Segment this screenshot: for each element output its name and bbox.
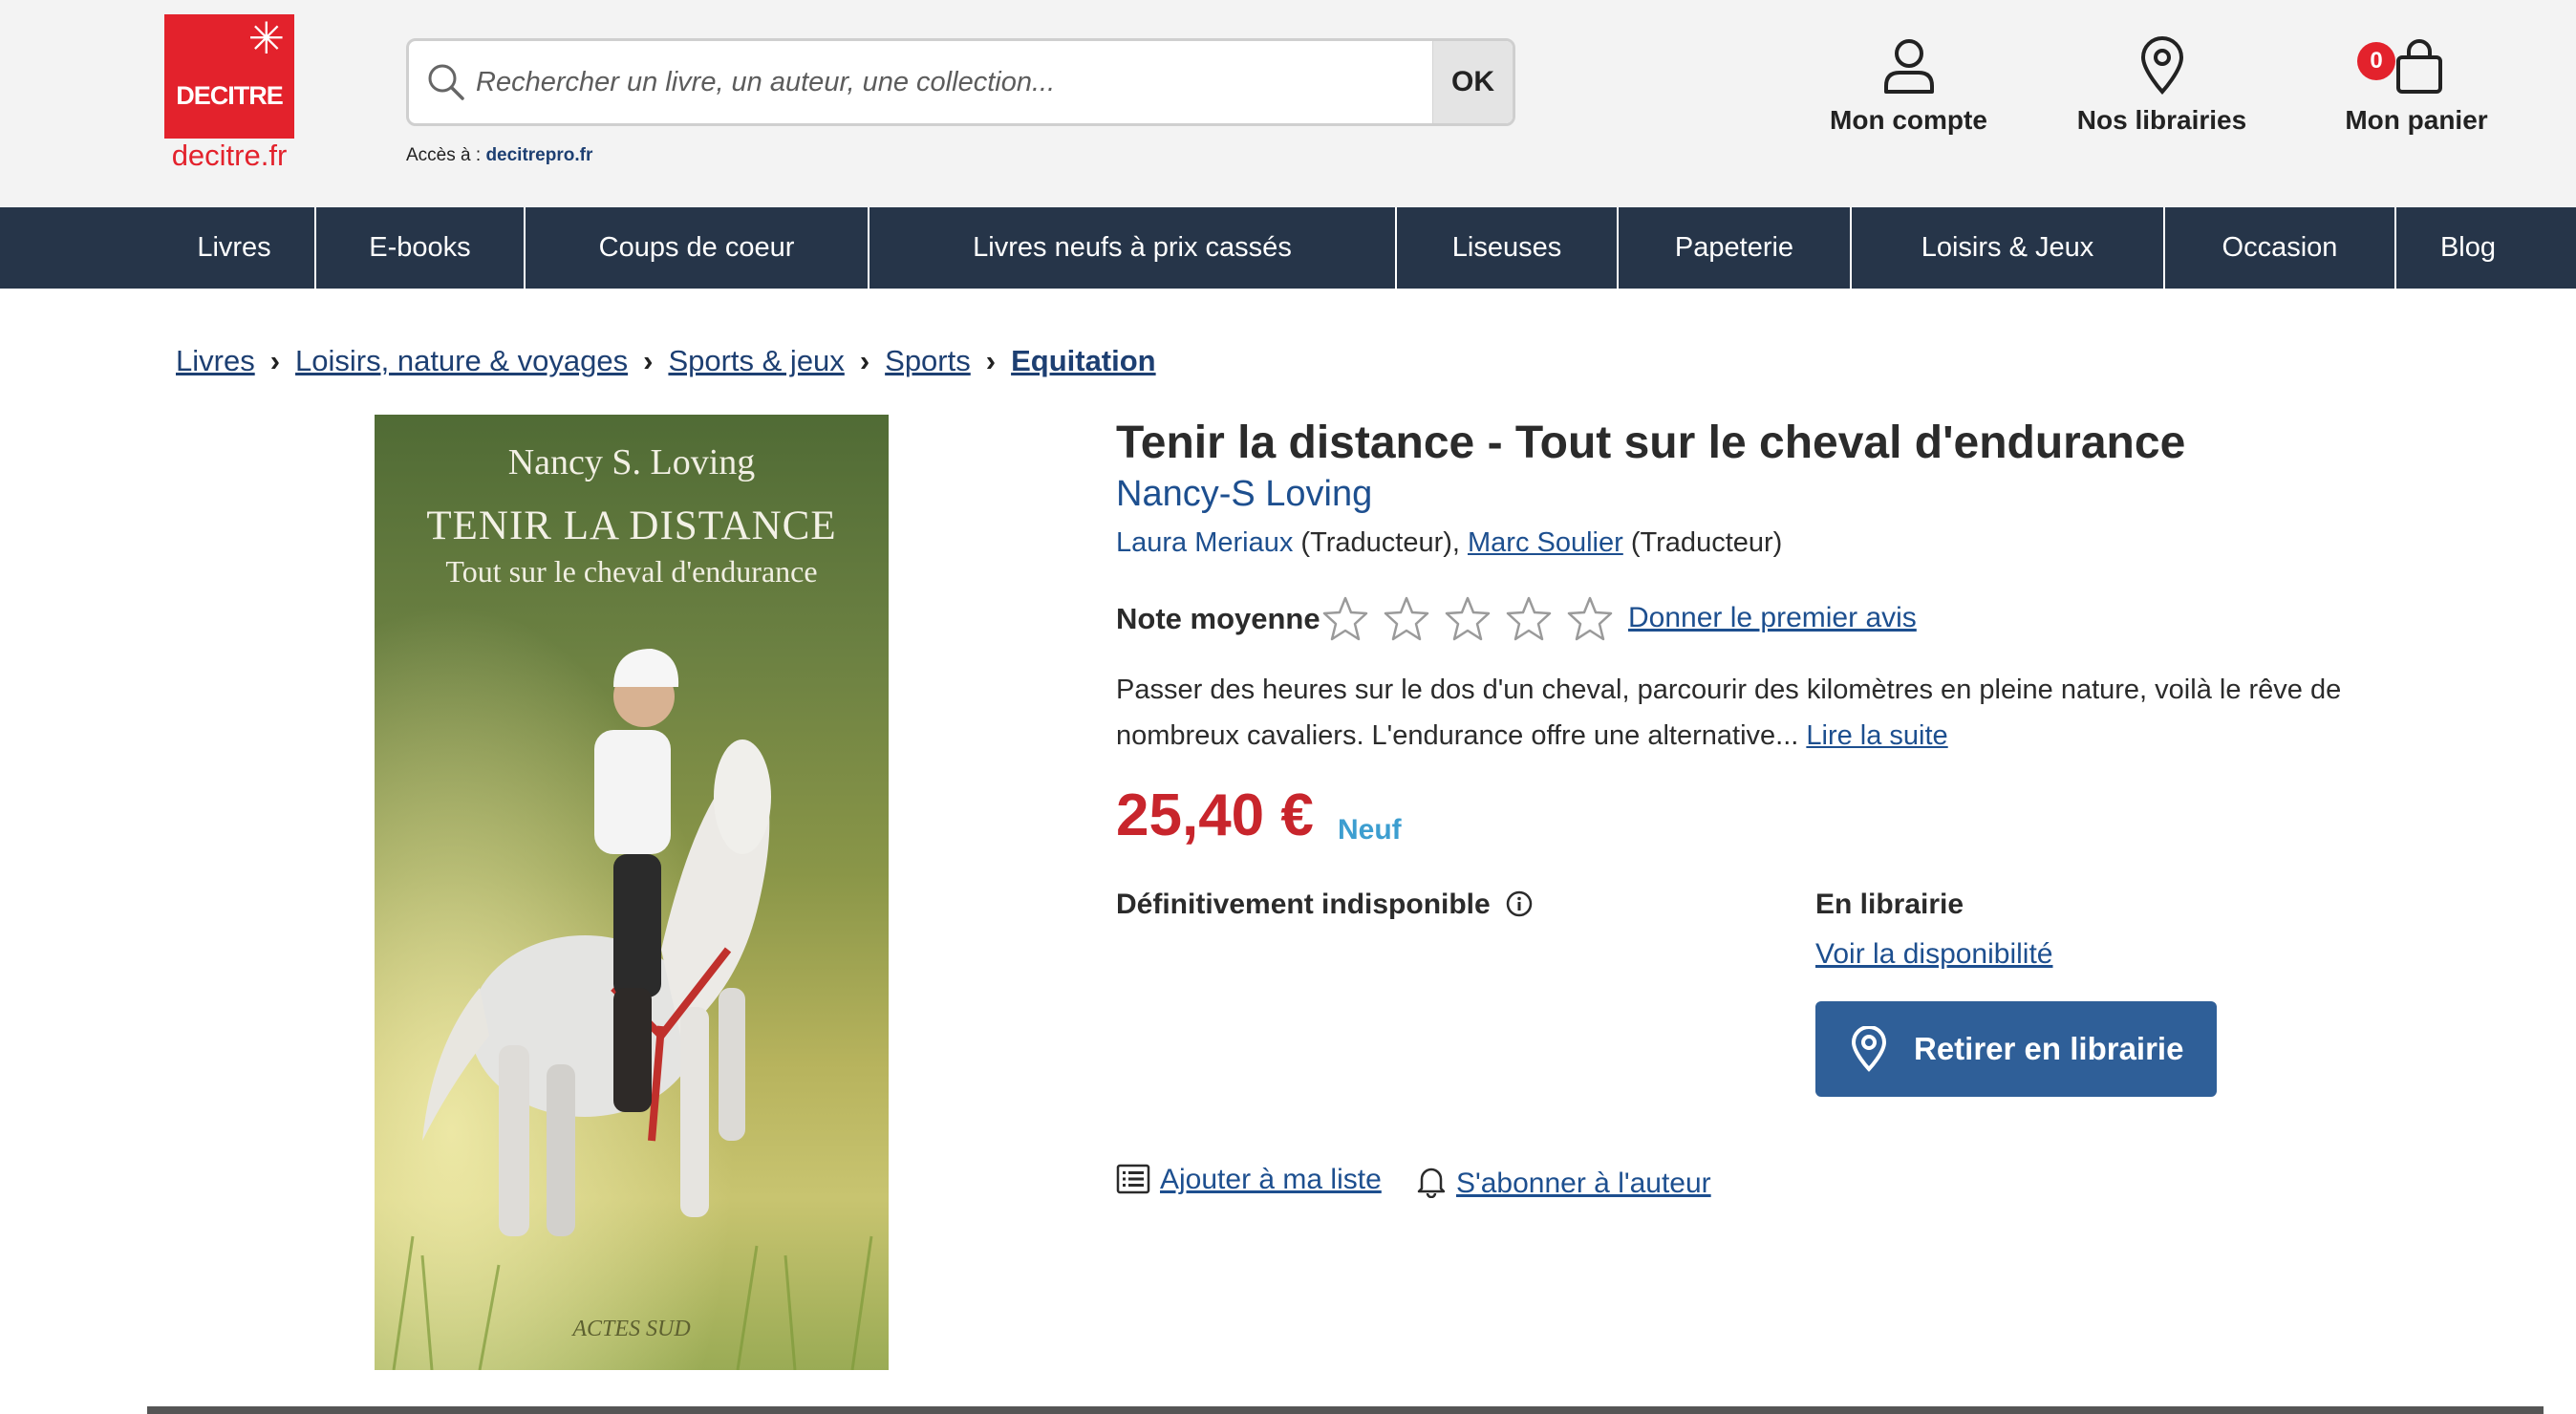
breadcrumb-separator: › (643, 344, 654, 377)
breadcrumb-livres[interactable]: Livres (176, 344, 255, 377)
add-to-list-label: Ajouter à ma liste (1160, 1164, 1382, 1195)
bell-icon (1417, 1168, 1446, 1198)
star-icon (1322, 596, 1368, 641)
logo-brand: DECITRE (176, 81, 284, 110)
product-description: Passer des heures sur le dos d'un cheval… (1116, 667, 2396, 759)
breadcrumb-separator: › (985, 344, 997, 377)
nav-livres-neufs-prix-casses[interactable]: Livres neufs à prix cassés (869, 207, 1395, 289)
store-availability-link[interactable]: Voir la disponibilité (1815, 938, 2052, 971)
cart-label: Mon panier (2345, 105, 2488, 135)
cover-subtitle: Tout sur le cheval d'endurance (445, 554, 818, 589)
cart-count-badge: 0 (2357, 42, 2395, 80)
star-icon (1445, 596, 1491, 641)
logo-url: decitre.fr (171, 139, 288, 172)
condition-label: Neuf (1338, 814, 1402, 846)
nav-loisirs-jeux[interactable]: Loisirs & Jeux (1852, 207, 2163, 289)
breadcrumb-loisirs[interactable]: Loisirs, nature & voyages (295, 344, 628, 377)
subscribe-author-button[interactable]: S'abonner à l'auteur (1416, 1164, 1711, 1200)
main-nav: Livres E-books Coups de coeur Livres neu… (0, 207, 2576, 289)
read-more-link[interactable]: Lire la suite (1806, 720, 1947, 751)
info-icon[interactable] (1506, 890, 1533, 917)
star-icon (1506, 596, 1552, 641)
nav-papeterie[interactable]: Papeterie (1619, 207, 1850, 289)
cover-author: Nancy S. Loving (507, 442, 756, 482)
cover-publisher: ACTES SUD (572, 1317, 691, 1341)
pickup-button-label: Retirer en librairie (1914, 1031, 2184, 1066)
translator-link[interactable]: Marc Soulier (1468, 527, 1623, 558)
location-pin-icon (2140, 36, 2183, 95)
description-text: Passer des heures sur le dos d'un cheval… (1116, 675, 2342, 751)
subscribe-author-label: S'abonner à l'auteur (1456, 1168, 1711, 1199)
search-icon (428, 64, 464, 100)
availability-status: Définitivement indisponible (1116, 889, 1533, 921)
breadcrumb-separator: › (269, 344, 281, 377)
cart-button[interactable]: 0 Mon panier (2336, 36, 2497, 136)
nav-livres[interactable]: Livres (153, 207, 315, 289)
product-title: Tenir la distance - Tout sur le cheval d… (1116, 418, 2186, 468)
breadcrumb-sports[interactable]: Sports (885, 344, 971, 377)
nav-blog[interactable]: Blog (2396, 207, 2540, 289)
rating-label: Note moyenne (1116, 602, 1320, 635)
instore-title: En librairie (1815, 889, 1964, 920)
breadcrumb-separator: › (859, 344, 870, 377)
nav-liseuses[interactable]: Liseuses (1397, 207, 1617, 289)
add-to-list-button[interactable]: Ajouter à ma liste (1116, 1164, 1382, 1196)
translators: Laura Meriaux (Traducteur), Marc Soulier… (1116, 527, 1782, 559)
nav-ebooks[interactable]: E-books (316, 207, 524, 289)
logo-star-icon: ✳ (247, 13, 285, 63)
site-header: ✳ DECITRE decitre.fr OK Accès à : decitr… (0, 0, 2576, 207)
availability-text: Définitivement indisponible (1116, 889, 1491, 920)
logo-box: ✳ DECITRE (164, 14, 294, 139)
search-button[interactable]: OK (1432, 41, 1513, 123)
price: 25,40 € (1116, 782, 1314, 848)
star-icon (1567, 596, 1613, 641)
location-pin-icon (1851, 1026, 1887, 1072)
decitre-logo[interactable]: ✳ DECITRE decitre.fr (164, 14, 294, 175)
first-review-link[interactable]: Donner le premier avis (1628, 602, 1917, 634)
nav-occasion[interactable]: Occasion (2165, 207, 2394, 289)
translator-role: (Traducteur), (1293, 527, 1469, 558)
translator-link[interactable]: Laura Meriaux (1116, 527, 1293, 558)
section-divider (147, 1406, 2544, 1414)
author-link[interactable]: Nancy-S Loving (1116, 474, 1372, 515)
user-icon (1883, 39, 1934, 94)
breadcrumb-sports-jeux[interactable]: Sports & jeux (668, 344, 844, 377)
book-cover[interactable]: Nancy S. Loving TENIR LA DISTANCE Tout s… (375, 415, 889, 1370)
list-icon (1116, 1164, 1150, 1194)
pro-access-label: Accès à : (406, 145, 482, 165)
translator-role: (Traducteur) (1622, 527, 1783, 558)
breadcrumb-equitation[interactable]: Equitation (1011, 344, 1156, 377)
pickup-in-store-button[interactable]: Retirer en librairie (1815, 1001, 2217, 1097)
search-bar: OK (406, 38, 1515, 126)
stores-button[interactable]: Nos librairies (2069, 36, 2255, 136)
stores-label: Nos librairies (2076, 105, 2247, 135)
nav-coups-de-coeur[interactable]: Coups de coeur (526, 207, 868, 289)
pro-access: Accès à : decitrepro.fr (406, 145, 592, 166)
pro-access-link[interactable]: decitrepro.fr (485, 145, 592, 165)
account-label: Mon compte (1830, 105, 1987, 135)
search-input[interactable] (476, 41, 1364, 123)
cover-title: TENIR LA DISTANCE (426, 503, 837, 548)
breadcrumb: Livres › Loisirs, nature & voyages › Sports … (176, 344, 1156, 378)
account-button[interactable]: Mon compte (1820, 36, 1997, 136)
star-icon (1384, 596, 1429, 641)
